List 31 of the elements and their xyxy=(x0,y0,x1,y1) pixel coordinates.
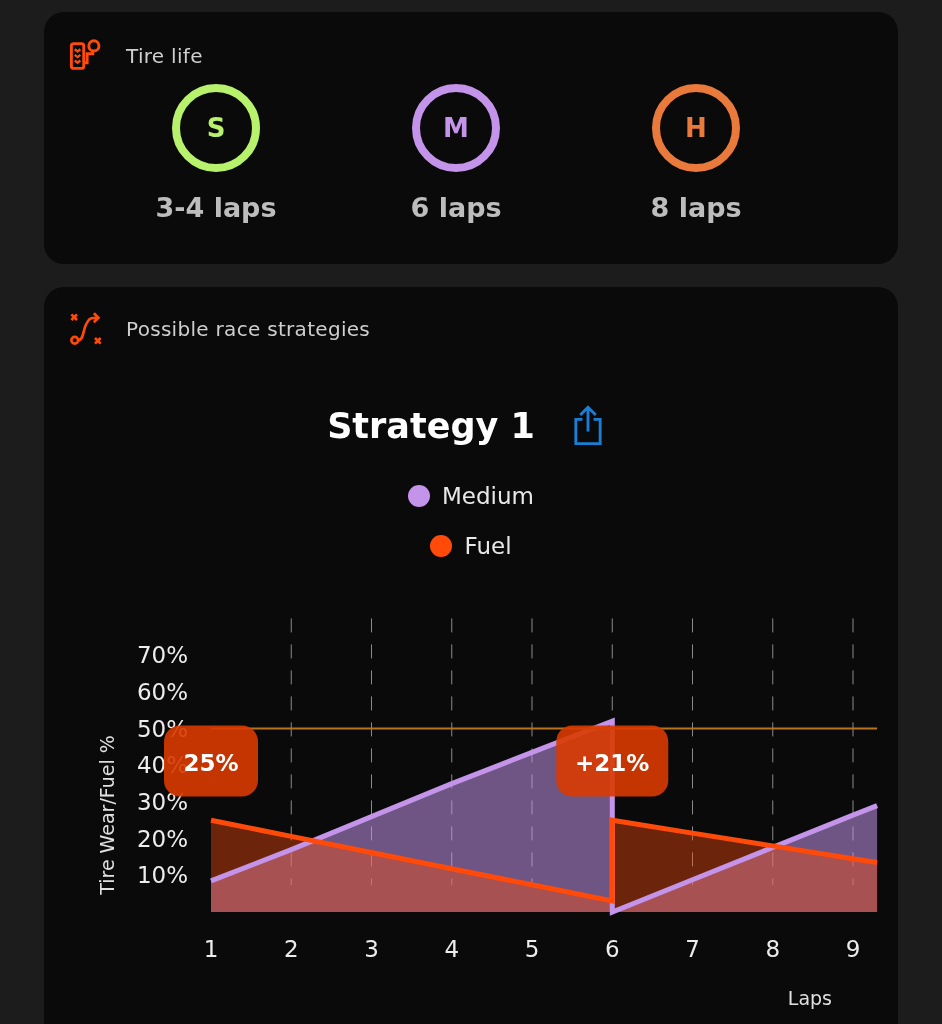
compound-badge: M xyxy=(412,84,500,172)
x-tick-label: 5 xyxy=(524,936,540,962)
card-title: Tire life xyxy=(126,44,203,68)
card-title: Possible race strategies xyxy=(126,317,371,341)
y-tick-label: 70% xyxy=(136,642,188,669)
x-tick-label: 7 xyxy=(685,936,700,962)
y-tick-label: 20% xyxy=(136,825,188,852)
annotation: +21% xyxy=(575,749,650,776)
x-tick-label: 8 xyxy=(765,936,781,962)
lap-count: 6 laps xyxy=(410,192,502,223)
x-tick-label: 1 xyxy=(203,936,219,962)
route-icon xyxy=(68,311,104,347)
strategy-title: Strategy 1 xyxy=(327,406,535,446)
y-axis-title: Tire Wear/Fuel % xyxy=(96,735,118,895)
y-tick-label: 50% xyxy=(136,715,188,742)
y-tick-label: 10% xyxy=(136,862,188,889)
x-tick-label: 6 xyxy=(604,936,620,962)
value-badge: +21% xyxy=(556,725,669,797)
legend-label: Medium xyxy=(442,483,534,509)
lap-count: 8 laps xyxy=(650,192,742,223)
x-tick-label: 9 xyxy=(845,936,861,962)
legend-label: Fuel xyxy=(464,533,512,559)
x-axis-title: Laps xyxy=(787,987,832,1009)
compound-badge: H xyxy=(652,84,740,172)
y-tick-label: 30% xyxy=(136,788,188,815)
x-tick-label: 2 xyxy=(283,936,299,962)
compound-badge: S xyxy=(172,84,260,172)
x-tick-label: 3 xyxy=(364,936,379,962)
y-tick-label: 60% xyxy=(136,678,188,705)
lap-count: 3-4 laps xyxy=(155,192,277,223)
x-tick-label: 4 xyxy=(444,936,460,962)
